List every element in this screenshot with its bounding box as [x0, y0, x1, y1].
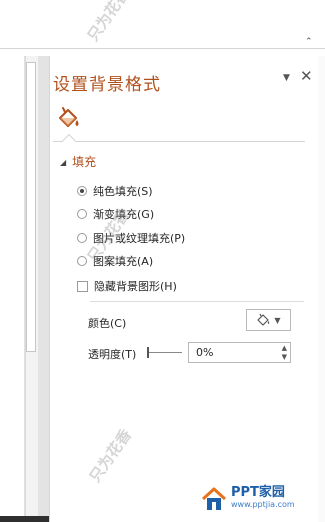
pane-scrollbar[interactable] [318, 56, 325, 522]
radio-icon[interactable] [77, 209, 87, 219]
radio-icon[interactable] [77, 256, 87, 266]
collapse-triangle-icon: ◢ [60, 158, 67, 167]
transparency-value[interactable]: 0% [196, 346, 213, 359]
slide-thumbnail-pane[interactable] [0, 56, 25, 522]
transparency-label: 透明度(T) [88, 348, 137, 361]
transparency-spinbox[interactable]: 0% ▲ ▼ [188, 342, 291, 363]
pane-options-dropdown-icon[interactable]: ▼ [283, 73, 290, 83]
fill-section-title: 填充 [72, 155, 97, 169]
logo-url-text: www.pptjia.com [231, 500, 295, 509]
transparency-slider-track[interactable] [148, 352, 182, 353]
radio-selected-icon[interactable] [77, 186, 87, 196]
checkbox-icon[interactable] [77, 280, 88, 292]
spin-down-icon[interactable]: ▼ [282, 353, 287, 361]
logo-main-text: PPT家园 [231, 485, 285, 500]
collapse-ribbon-icon[interactable]: ⌃ [305, 38, 315, 47]
pane-close-button[interactable]: ✕ [300, 68, 313, 84]
spin-up-icon[interactable]: ▲ [282, 344, 287, 352]
pane-gutter [38, 56, 49, 522]
section-separator [90, 301, 304, 302]
color-picker-button[interactable]: ▼ [246, 309, 291, 331]
paint-bucket-icon[interactable] [56, 106, 82, 132]
transparency-slider-thumb[interactable] [147, 347, 149, 358]
slide-pane-scroll-thumb[interactable] [26, 62, 36, 352]
color-label: 颜色(C) [88, 317, 127, 330]
fill-section-header[interactable]: ◢ 填充 [60, 153, 96, 170]
pane-title: 设置背景格式 [53, 75, 161, 95]
paint-bucket-icon [257, 313, 270, 326]
hide-background-graphics-checkbox[interactable]: 隐藏背景图形(H) [77, 278, 177, 294]
radio-solid-fill-label: 纯色填充(S) [93, 185, 153, 198]
radio-solid-fill[interactable]: 纯色填充(S) [77, 183, 153, 199]
radio-icon[interactable] [77, 233, 87, 243]
house-icon [201, 487, 227, 510]
hide-background-graphics-label: 隐藏背景图形(H) [94, 280, 177, 293]
chevron-down-icon: ▼ [274, 315, 281, 325]
ppt-home-logo: PPT家园 www.pptjia.com [201, 486, 295, 512]
ribbon-area [0, 0, 325, 49]
tab-divider [53, 141, 305, 142]
